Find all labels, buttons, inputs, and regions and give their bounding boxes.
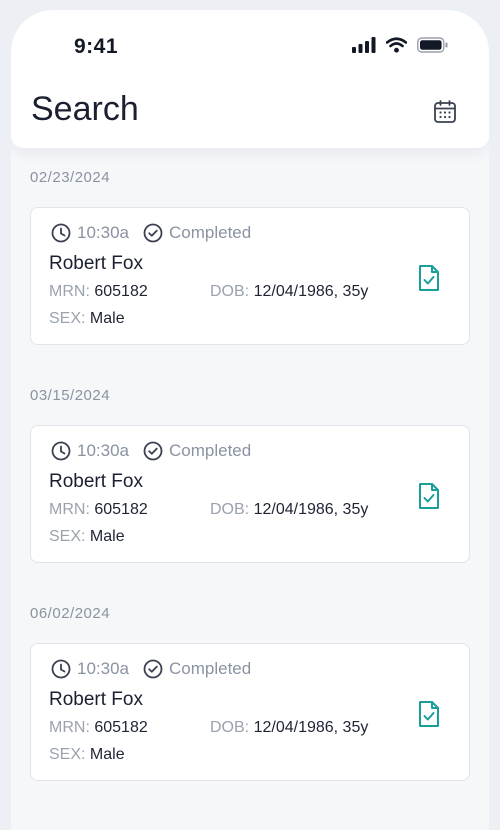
page-title: Search — [31, 90, 139, 128]
date-group: 02/23/2024 10:30a Completed Robert Fox M… — [11, 160, 489, 345]
results-list: 02/23/2024 10:30a Completed Robert Fox M… — [11, 160, 489, 781]
sex-label: SEX: — [49, 528, 86, 545]
mrn-row: MRN: 605182 — [49, 283, 148, 301]
appointment-meta: 10:30a Completed — [51, 659, 251, 679]
appointment-status: Completed — [169, 223, 252, 242]
dob-label: DOB: — [210, 719, 250, 736]
view-report-button[interactable] — [417, 264, 441, 292]
calendar-button[interactable] — [432, 99, 458, 125]
appointment-card[interactable]: 10:30a Completed Robert Fox MRN: 605182 … — [30, 207, 470, 345]
sex-row: SEX: Male — [49, 528, 125, 546]
patient-name: Robert Fox — [49, 689, 143, 710]
document-check-icon — [419, 483, 439, 509]
mrn-row: MRN: 605182 — [49, 719, 148, 737]
sex-label: SEX: — [49, 746, 86, 763]
patient-name: Robert Fox — [49, 471, 143, 492]
appointment-time: 10:30a — [77, 223, 129, 242]
mrn-label: MRN: — [49, 283, 90, 300]
sex-value: Male — [89, 310, 125, 327]
appointment-status: Completed — [169, 659, 252, 678]
date-label: 06/02/2024 — [30, 605, 111, 622]
date-label: 02/23/2024 — [30, 169, 111, 186]
patient-name: Robert Fox — [49, 253, 143, 274]
appointment-card[interactable]: 10:30a Completed Robert Fox MRN: 605182 … — [30, 643, 470, 781]
dob-label: DOB: — [210, 501, 250, 518]
clock-icon — [51, 441, 71, 461]
mrn-value: 605182 — [94, 501, 148, 518]
top-bar: 9:41 Search — [11, 10, 489, 148]
sex-row: SEX: Male — [49, 746, 125, 764]
dob-label: DOB: — [210, 283, 250, 300]
sex-row: SEX: Male — [49, 310, 125, 328]
date-group: 03/15/2024 10:30a Completed Robert Fox M… — [11, 386, 489, 563]
appointment-time: 10:30a — [77, 659, 129, 678]
sex-value: Male — [89, 746, 125, 763]
mrn-row: MRN: 605182 — [49, 501, 148, 519]
sex-value: Male — [89, 528, 125, 545]
mrn-label: MRN: — [49, 719, 90, 736]
clock-icon — [51, 223, 71, 243]
phone-screen: 9:41 Search 02/23/2024 10:30a Completed … — [11, 10, 489, 830]
check-circle-icon — [143, 223, 163, 243]
appointment-card[interactable]: 10:30a Completed Robert Fox MRN: 605182 … — [30, 425, 470, 563]
dob-row: DOB: 12/04/1986, 35y — [210, 719, 368, 737]
document-check-icon — [419, 265, 439, 291]
dob-row: DOB: 12/04/1986, 35y — [210, 283, 368, 301]
check-circle-icon — [143, 659, 163, 679]
view-report-button[interactable] — [417, 700, 441, 728]
appointment-meta: 10:30a Completed — [51, 223, 251, 243]
mrn-value: 605182 — [94, 719, 148, 736]
battery-icon — [417, 37, 449, 53]
clock-icon — [51, 659, 71, 679]
mrn-value: 605182 — [94, 283, 148, 300]
mrn-label: MRN: — [49, 501, 90, 518]
dob-value: 12/04/1986, 35y — [253, 501, 369, 518]
date-group: 06/02/2024 10:30a Completed Robert Fox M… — [11, 604, 489, 781]
appointment-status: Completed — [169, 441, 252, 460]
date-label: 03/15/2024 — [30, 387, 111, 404]
status-icons — [352, 37, 449, 53]
calendar-icon — [434, 100, 456, 123]
status-time: 9:41 — [74, 35, 119, 58]
dob-row: DOB: 12/04/1986, 35y — [210, 501, 368, 519]
appointment-meta: 10:30a Completed — [51, 441, 251, 461]
sex-label: SEX: — [49, 310, 86, 327]
wifi-icon — [386, 37, 407, 53]
view-report-button[interactable] — [417, 482, 441, 510]
appointment-time: 10:30a — [77, 441, 129, 460]
signal-icon — [352, 37, 376, 53]
document-check-icon — [419, 701, 439, 727]
check-circle-icon — [143, 441, 163, 461]
dob-value: 12/04/1986, 35y — [253, 719, 369, 736]
dob-value: 12/04/1986, 35y — [253, 283, 369, 300]
